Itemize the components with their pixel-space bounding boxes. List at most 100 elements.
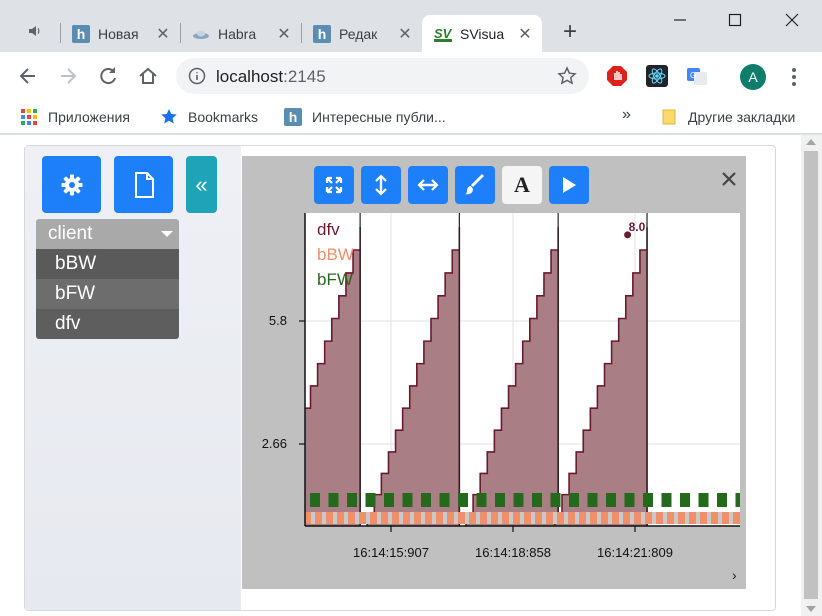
tab-habra[interactable]: Habra ✕: [180, 15, 301, 52]
tab-svisual[interactable]: SV SVisua ✕: [422, 15, 542, 52]
reload-icon[interactable]: [94, 62, 122, 90]
x-tick-label: 16:14:21:809: [597, 545, 673, 560]
bFW-bar: [680, 493, 690, 507]
dropdown-selected: client: [48, 223, 93, 244]
bBW-gap: [410, 512, 414, 524]
close-tab-icon[interactable]: ✕: [154, 24, 172, 44]
bBW-gap: [388, 512, 392, 524]
home-icon[interactable]: [134, 62, 162, 90]
bBW-gap: [674, 512, 678, 524]
bBW-gap: [608, 512, 612, 524]
scroll-down-icon[interactable]: [806, 606, 816, 612]
bBW-gap: [355, 512, 359, 524]
tab-separator: [60, 23, 61, 43]
adblock-icon[interactable]: [606, 65, 628, 87]
bookmark-star-icon[interactable]: [557, 66, 577, 86]
bookmark-bookmarks[interactable]: Bookmarks: [160, 108, 258, 126]
bFW-bar: [698, 493, 709, 507]
dropdown-item[interactable]: dfv: [36, 309, 179, 339]
bookmark-other[interactable]: Другие закладки: [660, 108, 795, 126]
tab-separator: [180, 23, 181, 43]
tab-title: Редак: [339, 25, 378, 42]
scroll-thumb[interactable]: [804, 151, 818, 599]
bBW-gap: [641, 512, 645, 524]
profile-avatar[interactable]: A: [740, 64, 766, 90]
react-devtools-icon[interactable]: [646, 65, 668, 87]
close-tab-icon[interactable]: ✕: [516, 24, 534, 44]
close-tab-icon[interactable]: ✕: [396, 24, 414, 44]
bFW-bar: [402, 493, 413, 507]
collapse-sidebar-button[interactable]: «: [186, 156, 217, 213]
bFW-bar: [569, 493, 579, 507]
legend-bFW: bFW: [317, 270, 353, 289]
bFW-bar: [458, 493, 468, 507]
bBW-gap: [487, 512, 491, 524]
bBW-gap: [630, 512, 634, 524]
bFW-bar: [439, 493, 450, 507]
signal-dropdown: client bBW bFW dfv: [36, 219, 179, 339]
close-tab-icon[interactable]: ✕: [275, 24, 293, 44]
translate-icon[interactable]: G: [686, 65, 708, 87]
bFW-bar: [735, 493, 740, 507]
info-icon[interactable]: [188, 67, 206, 85]
close-window-icon[interactable]: [780, 8, 804, 32]
legend-dfv: dfv: [317, 220, 340, 239]
bookmarks-bar: Приложения Bookmarks h Интересные публи.…: [0, 100, 822, 134]
bookmarks-overflow[interactable]: »: [622, 106, 631, 124]
page-scrollbar[interactable]: [801, 135, 822, 616]
bFW-bar: [328, 493, 339, 507]
apps-grid-icon: [21, 109, 37, 125]
bFW-bar: [365, 493, 376, 507]
forward-arrow-icon[interactable]: [54, 62, 82, 90]
bBW-gap: [619, 512, 623, 524]
bBW-gap: [696, 512, 700, 524]
bFW-bar: [384, 493, 394, 507]
bBW-gap: [531, 512, 535, 524]
bFW-bar: [513, 493, 524, 507]
url-port: :2145: [283, 67, 326, 86]
highlight-label: 8.0: [629, 220, 646, 234]
more-menu-icon[interactable]: [784, 66, 804, 88]
bBW-gap: [509, 512, 513, 524]
habr-h-icon: h: [72, 24, 90, 43]
bBW-gap: [311, 512, 315, 524]
scroll-up-icon[interactable]: [806, 139, 816, 145]
tab-separator: [301, 23, 302, 43]
dropdown-header[interactable]: client: [36, 219, 179, 249]
address-bar[interactable]: localhost:2145: [176, 58, 589, 94]
minimize-icon[interactable]: [668, 8, 692, 32]
x-tick-label: 16:14:15:907: [353, 545, 429, 560]
url-text: localhost:2145: [216, 67, 326, 87]
habr-h-icon: h: [313, 24, 331, 43]
tab-new[interactable]: h Новая ✕: [60, 15, 180, 52]
bookmark-habr[interactable]: h Интересные публи...: [284, 108, 446, 126]
habr-h-icon: h: [284, 108, 302, 126]
back-arrow-icon[interactable]: [14, 62, 42, 90]
dropdown-item[interactable]: bBW: [36, 249, 179, 279]
new-document-button[interactable]: [114, 156, 173, 213]
bBW-gap: [542, 512, 546, 524]
tab-title: Новая: [98, 25, 139, 42]
speaker-icon[interactable]: [26, 22, 44, 40]
habr-saucer-icon: [193, 30, 209, 39]
bFW-bar: [347, 493, 357, 507]
bFW-bar: [643, 493, 653, 507]
bookmark-apps[interactable]: Приложения: [20, 108, 130, 126]
star-icon: [161, 109, 177, 124]
bBW-gap: [553, 512, 557, 524]
maximize-icon[interactable]: [723, 8, 747, 32]
dropdown-item[interactable]: bFW: [36, 279, 179, 309]
bFW-bar: [717, 493, 727, 507]
bBW-gap: [663, 512, 667, 524]
sidebar-background: [25, 146, 241, 610]
sv-icon: SV: [434, 25, 452, 42]
bBW-gap: [465, 512, 469, 524]
tab-title: SVisua: [460, 25, 505, 42]
settings-button[interactable]: [42, 156, 101, 213]
new-tab-button[interactable]: +: [558, 20, 582, 44]
tab-edit[interactable]: h Редак ✕: [301, 15, 422, 52]
bBW-gap: [399, 512, 403, 524]
folder-icon: [662, 109, 676, 125]
bBW-gap: [366, 512, 370, 524]
bookmark-label: Приложения: [48, 109, 130, 125]
